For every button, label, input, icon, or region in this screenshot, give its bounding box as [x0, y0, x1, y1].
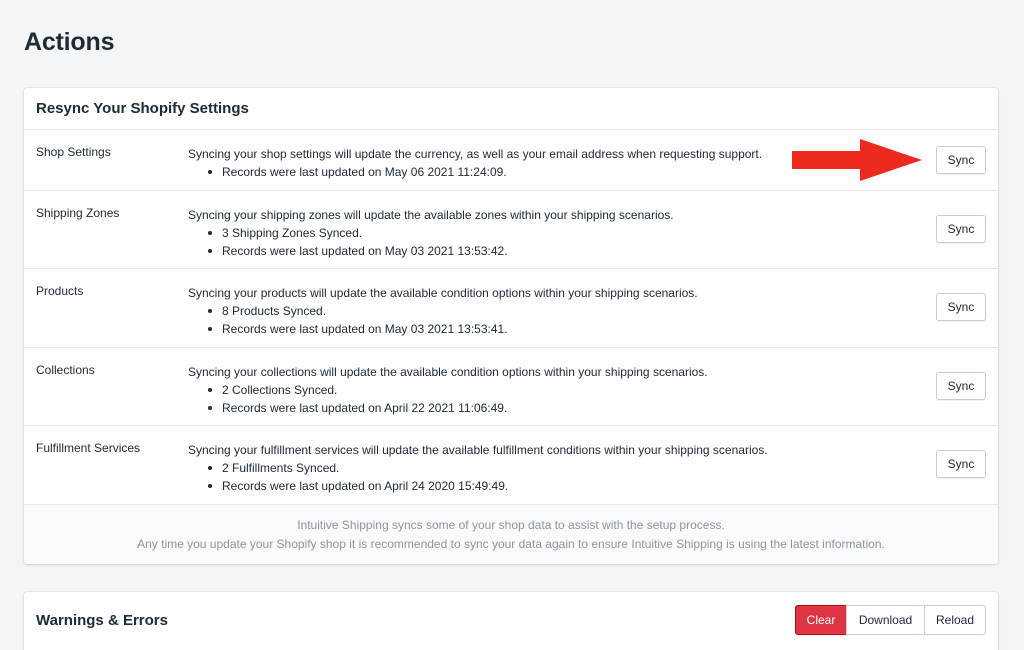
row-bullet: 3 Shipping Zones Synced.	[208, 224, 674, 242]
row-bullet-list: 2 Fulfillments Synced. Records were last…	[208, 459, 768, 495]
row-description: Syncing your collections will update the…	[188, 363, 708, 417]
row-description-text: Syncing your fulfillment services will u…	[188, 443, 768, 457]
footer-note-line: Any time you update your Shopify shop it…	[137, 536, 885, 551]
row-bullet: Records were last updated on April 22 20…	[208, 399, 708, 417]
row-bullet: Records were last updated on May 03 2021…	[208, 242, 674, 260]
row-bullet: Records were last updated on May 03 2021…	[208, 320, 698, 338]
warnings-card-header: Warnings & Errors Clear Download Reload	[24, 592, 998, 648]
row-shipping-zones: Shipping Zones Syncing your shipping zon…	[24, 191, 998, 269]
row-bullet-list: Records were last updated on May 06 2021…	[208, 163, 762, 181]
sync-shipping-zones-button[interactable]: Sync	[936, 215, 986, 243]
row-description: Syncing your shop settings will update t…	[188, 145, 762, 181]
row-label: Collections	[36, 363, 95, 377]
row-bullet: 2 Fulfillments Synced.	[208, 459, 768, 477]
row-bullet: 8 Products Synced.	[208, 302, 698, 320]
row-description-text: Syncing your shop settings will update t…	[188, 147, 763, 161]
warnings-card-title: Warnings & Errors	[36, 611, 168, 629]
row-description-text: Syncing your collections will update the…	[188, 365, 708, 379]
row-bullet-list: 2 Collections Synced. Records were last …	[208, 381, 708, 417]
row-label: Shop Settings	[36, 145, 111, 159]
red-arrow-annotation	[792, 139, 922, 181]
resync-card-title: Resync Your Shopify Settings	[24, 88, 998, 130]
row-label: Fulfillment Services	[36, 441, 141, 455]
row-bullet-list: 8 Products Synced. Records were last upd…	[208, 302, 698, 338]
sync-fulfillment-services-button[interactable]: Sync	[936, 450, 986, 478]
warnings-card: Warnings & Errors Clear Download Reload	[24, 592, 998, 650]
row-products: Products Syncing your products will upda…	[24, 269, 998, 348]
row-label: Products	[36, 284, 84, 298]
clear-button[interactable]: Clear	[795, 605, 847, 635]
row-bullet-list: 3 Shipping Zones Synced. Records were la…	[208, 224, 674, 260]
warnings-button-group: Clear Download Reload	[795, 605, 986, 635]
row-bullet: 2 Collections Synced.	[208, 381, 708, 399]
row-description: Syncing your shipping zones will update …	[188, 206, 674, 260]
row-collections: Collections Syncing your collections wil…	[24, 348, 998, 426]
sync-info-footer: Intuitive Shipping syncs some of your sh…	[24, 505, 998, 564]
row-description: Syncing your products will update the av…	[188, 284, 698, 338]
sync-products-button[interactable]: Sync	[936, 293, 986, 321]
arrow-right-icon	[792, 139, 922, 181]
row-description: Syncing your fulfillment services will u…	[188, 441, 768, 495]
reload-button[interactable]: Reload	[924, 605, 986, 635]
footer-note-line: Intuitive Shipping syncs some of your sh…	[297, 517, 725, 532]
sync-shop-settings-button[interactable]: Sync	[936, 146, 986, 174]
sync-collections-button[interactable]: Sync	[936, 372, 986, 400]
row-bullet: Records were last updated on May 06 2021…	[208, 163, 762, 181]
page-title: Actions	[24, 28, 115, 56]
row-fulfillment-services: Fulfillment Services Syncing your fulfil…	[24, 426, 998, 505]
download-button[interactable]: Download	[846, 605, 925, 635]
row-description-text: Syncing your shipping zones will update …	[188, 208, 674, 222]
row-label: Shipping Zones	[36, 206, 120, 220]
row-description-text: Syncing your products will update the av…	[188, 286, 698, 300]
row-bullet: Records were last updated on April 24 20…	[208, 477, 768, 495]
